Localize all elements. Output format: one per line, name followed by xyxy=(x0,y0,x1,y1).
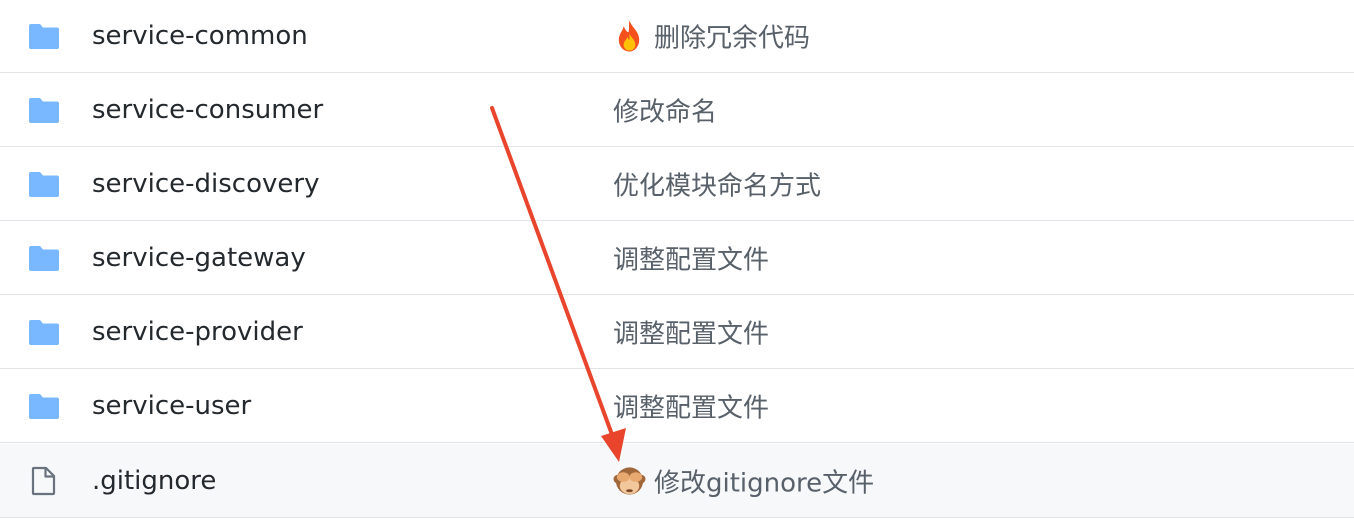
file-icon xyxy=(27,466,61,495)
file-name-link[interactable]: service-user xyxy=(92,391,251,421)
folder-icon xyxy=(27,96,61,124)
folder-icon xyxy=(27,22,61,50)
folder-icon xyxy=(27,318,61,346)
commit-message-link[interactable]: 删除冗余代码 xyxy=(613,18,810,55)
commit-message-link[interactable]: 优化模块命名方式 xyxy=(613,166,821,203)
file-row-service-common[interactable]: service-common 删除冗余代码 xyxy=(0,0,1354,73)
commit-message-link[interactable]: 修改命名 xyxy=(613,92,717,129)
folder-icon xyxy=(27,170,61,198)
file-name-link[interactable]: .gitignore xyxy=(92,466,216,496)
file-name-link[interactable]: service-provider xyxy=(92,317,303,347)
file-name-link[interactable]: service-common xyxy=(92,21,308,51)
commit-message-text: 修改gitignore文件 xyxy=(654,468,875,498)
commit-message-link[interactable]: 修改gitignore文件 xyxy=(613,462,874,499)
file-row-service-provider[interactable]: service-provider 调整配置文件 xyxy=(0,296,1354,369)
file-name-link[interactable]: service-discovery xyxy=(92,169,319,199)
commit-message-link[interactable]: 调整配置文件 xyxy=(613,314,769,351)
file-row-service-gateway[interactable]: service-gateway 调整配置文件 xyxy=(0,222,1354,295)
file-row-service-user[interactable]: service-user 调整配置文件 xyxy=(0,370,1354,443)
file-row-service-consumer[interactable]: service-consumer 修改命名 xyxy=(0,74,1354,147)
see-no-evil-monkey-icon xyxy=(613,466,646,495)
commit-message-link[interactable]: 调整配置文件 xyxy=(613,388,769,425)
fire-emoji-icon xyxy=(618,20,640,52)
folder-icon xyxy=(27,392,61,420)
folder-icon xyxy=(27,244,61,272)
file-name-link[interactable]: service-consumer xyxy=(92,95,323,125)
file-name-link[interactable]: service-gateway xyxy=(92,243,306,273)
file-row-service-discovery[interactable]: service-discovery 优化模块命名方式 xyxy=(0,148,1354,221)
commit-message-text: 删除冗余代码 xyxy=(654,23,811,54)
file-row-gitignore[interactable]: .gitignore 修改gitignore文件 xyxy=(0,444,1354,518)
file-list: service-common 删除冗余代码 service-consumer 修… xyxy=(0,0,1354,524)
commit-message-link[interactable]: 调整配置文件 xyxy=(613,240,769,277)
